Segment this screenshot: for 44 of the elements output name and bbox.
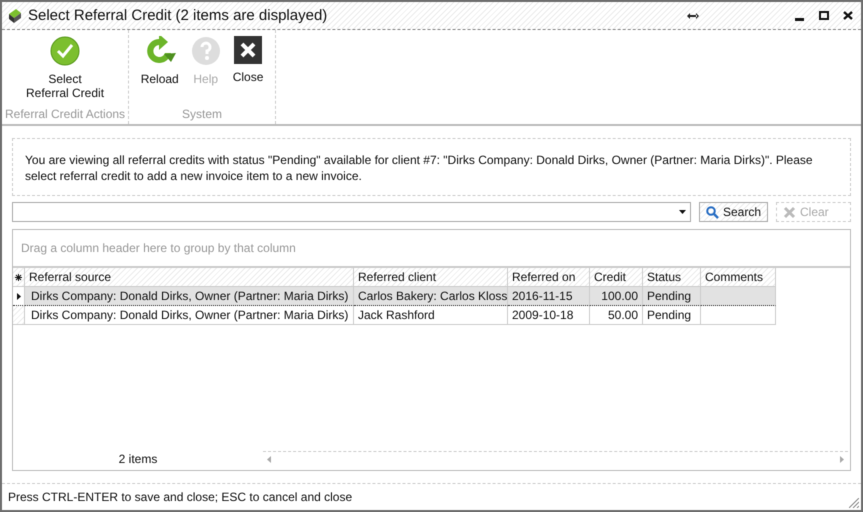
table-row[interactable]: Dirks Company: Donald Dirks, Owner (Partner: Maria Dirks) Jack Rashford 2009-10-18 50.00 Pending <box>13 306 850 325</box>
info-message: You are viewing all referral credits with status "Pending" available for client #7: "Dirks Company: Donald Dirks, Owner (Partner: Maria Dirks)". Please select referral credit to add a new invoice item to a new invoice. <box>12 138 851 196</box>
app-icon <box>8 8 22 24</box>
table-cell: Jack Rashford <box>354 306 508 325</box>
group-caption: Referral Credit Actions <box>5 107 126 123</box>
clear-icon <box>783 206 796 218</box>
item-count: 2 items <box>118 452 158 466</box>
ribbon-button[interactable]: Reload <box>136 36 183 107</box>
ribbon-button[interactable]: Select Referral Credit <box>22 36 108 107</box>
table-cell: Carlos Bakery: Carlos Kloss <box>354 287 508 306</box>
table-cell: 2016-11-15 <box>508 287 590 306</box>
table-cell: Pending <box>643 287 701 306</box>
row-pointer-icon <box>16 292 20 300</box>
ribbon-button[interactable]: Close <box>228 36 268 107</box>
table-cell: Dirks Company: Donald Dirks, Owner (Partner: Maria Dirks) <box>25 306 354 325</box>
table-row[interactable]: Dirks Company: Donald Dirks, Owner (Partner: Maria Dirks) Carlos Bakery: Carlos Kloss 2016-11-15 100.00 Pending <box>13 287 850 306</box>
close-icon[interactable] <box>843 11 853 20</box>
search-button[interactable]: Search <box>698 202 768 222</box>
checkmark-icon <box>50 36 80 66</box>
help-icon <box>190 36 221 66</box>
table-cell: 100.00 <box>590 287 643 306</box>
scroll-left-icon[interactable] <box>267 456 271 463</box>
column-header[interactable]: Comments <box>701 268 776 287</box>
column-header[interactable]: Credit <box>590 268 643 287</box>
search-combo-field[interactable] <box>12 202 691 222</box>
column-header[interactable]: Referred on <box>508 268 590 287</box>
scroll-right-icon[interactable] <box>840 456 844 463</box>
close-icon <box>234 36 262 64</box>
group-caption: System <box>181 107 224 123</box>
column-header[interactable]: Referral source <box>25 268 354 287</box>
column-header[interactable]: Referred client <box>354 268 508 287</box>
table-cell: Pending <box>643 306 701 325</box>
resize-icon[interactable] <box>687 12 699 18</box>
dropdown-arrow-icon <box>678 210 686 214</box>
window-title: Select Referral Credit (2 items are displayed) <box>28 7 328 24</box>
table-cell: 50.00 <box>590 306 643 325</box>
table-cell: 2009-10-18 <box>508 306 590 325</box>
resize-grip-icon[interactable] <box>849 498 859 508</box>
search-icon <box>706 206 719 218</box>
status-text: Press CTRL-ENTER to save and close; ESC to cancel and close <box>8 490 352 504</box>
table-cell: Dirks Company: Donald Dirks, Owner (Partner: Maria Dirks) <box>25 287 354 306</box>
column-header[interactable]: Status <box>643 268 701 287</box>
maximize-icon[interactable] <box>819 11 829 20</box>
asterisk-icon <box>15 274 22 280</box>
